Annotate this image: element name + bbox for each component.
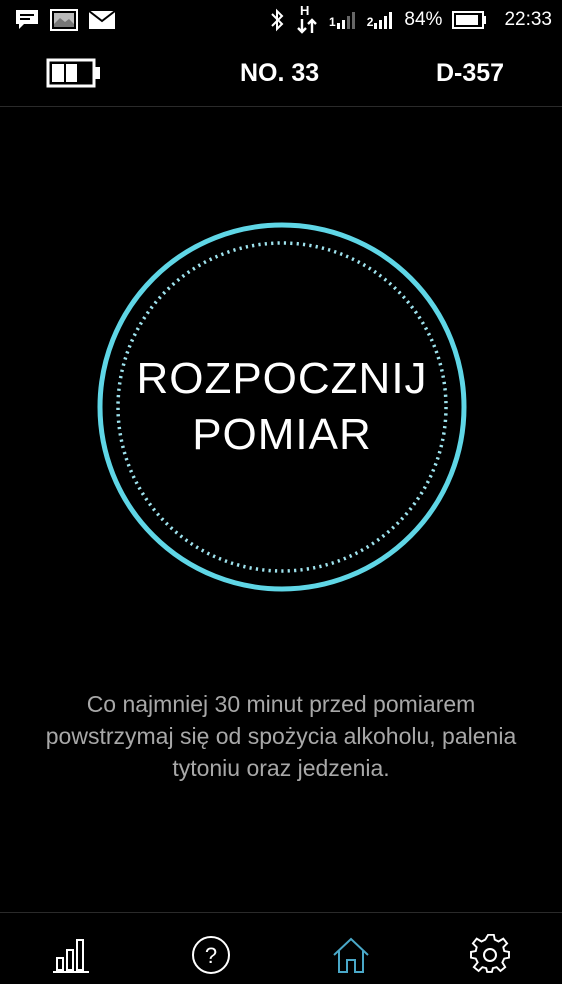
bottom-navigation: ? [0, 912, 562, 984]
device-header: NO. 33 D-357 [0, 40, 562, 106]
hint-line1: Co najmniej 30 minut przed pomiarem [86, 691, 476, 717]
battery-percent: 84% [404, 9, 443, 30]
image-icon [50, 9, 78, 31]
start-button-line1: ROZPOCZNIJ [136, 354, 428, 403]
signal-sim2-icon: 2 [367, 11, 395, 29]
bar-chart-icon [52, 937, 90, 973]
start-measurement-button[interactable]: ROZPOCZNIJ POMIAR [96, 221, 468, 593]
mail-icon [88, 10, 116, 30]
message-icon [14, 8, 40, 32]
header-divider [0, 106, 562, 107]
bluetooth-icon [269, 8, 285, 32]
device-battery-icon [46, 58, 102, 88]
start-button-label: ROZPOCZNIJ POMIAR [96, 221, 468, 593]
hint-line3: tytoniu oraz jedzenia. [172, 755, 390, 781]
start-button-line2: POMIAR [192, 410, 372, 459]
system-status: H 1 2 84% 22:33 [269, 3, 552, 34]
device-id: D-357 [436, 59, 505, 87]
data-type-label: H [300, 3, 310, 18]
status-bar: H 1 2 84% 22:33 [0, 0, 562, 40]
settings-icon [470, 934, 512, 976]
clock: 22:33 [504, 9, 552, 30]
nav-help[interactable]: ? [186, 930, 236, 980]
sim1-label: 1 [329, 15, 336, 29]
svg-text:?: ? [205, 943, 217, 968]
nav-statistics[interactable] [46, 930, 96, 980]
hint-line2: powstrzymaj się od spożycia alkoholu, pa… [45, 723, 517, 749]
signal-sim1-icon: 1 [329, 11, 357, 29]
nav-settings[interactable] [466, 930, 516, 980]
home-icon [331, 935, 371, 975]
measurement-hint: Co najmniej 30 minut przed pomiarem pows… [0, 688, 562, 784]
hspa-data-icon: H [295, 3, 319, 34]
nav-home[interactable] [326, 930, 376, 980]
notification-icons [14, 6, 116, 34]
battery-icon [452, 11, 488, 29]
measurement-number: NO. 33 [240, 59, 320, 87]
sim2-label: 2 [366, 15, 374, 29]
help-icon: ? [191, 935, 231, 975]
